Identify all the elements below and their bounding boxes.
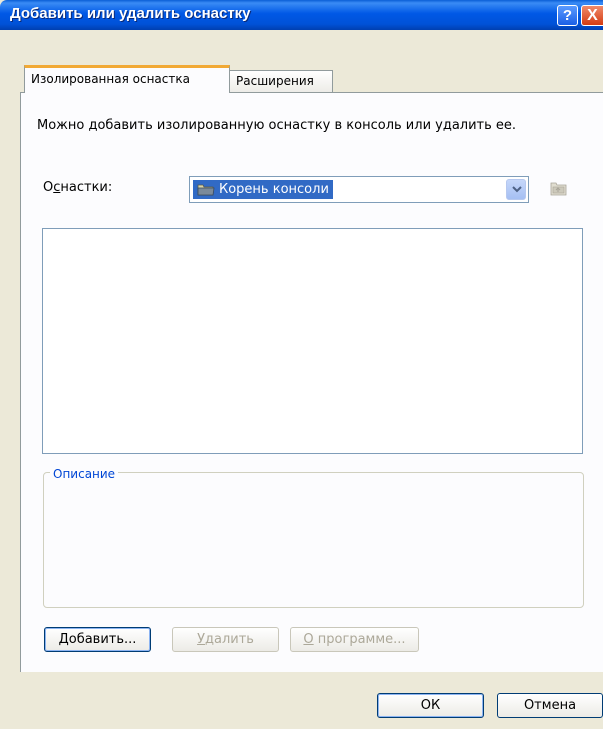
about-button[interactable]: О программе... — [290, 627, 419, 652]
remove-hotkey: У — [197, 632, 205, 647]
instruction-text: Можно добавить изолированную оснастку в … — [37, 118, 517, 133]
combo-value: Корень консоли — [219, 182, 329, 197]
about-hotkey: О — [303, 632, 314, 647]
description-group-label: Описание — [50, 467, 119, 481]
add-label: обавить... — [68, 632, 137, 647]
combo-selected-item: Корень консоли — [193, 180, 333, 199]
window-title: Добавить или удалить оснастку — [10, 5, 251, 22]
snapins-combobox[interactable]: Корень консоли — [189, 176, 529, 203]
about-label: программе... — [313, 632, 406, 647]
help-button[interactable]: ? — [557, 5, 578, 26]
remove-button[interactable]: Удалить — [172, 627, 279, 652]
tab-extensions[interactable]: Расширения — [229, 70, 333, 93]
snapins-label-suffix: настки: — [60, 180, 113, 195]
tab-standalone[interactable]: Изолированная оснастка — [24, 65, 230, 93]
add-hotkey: Д — [58, 632, 69, 647]
chevron-down-icon — [512, 186, 522, 193]
snapins-label: Оснастки: — [43, 180, 112, 195]
title-bar[interactable]: Добавить или удалить оснастку ? X — [0, 0, 603, 30]
folder-icon — [197, 183, 215, 202]
dropdown-button[interactable] — [506, 179, 526, 200]
add-button[interactable]: Добавить... — [44, 627, 151, 652]
snapins-list[interactable] — [42, 228, 583, 454]
cancel-button[interactable]: Отмена — [497, 693, 603, 718]
close-button[interactable]: X — [581, 5, 603, 26]
ok-button[interactable]: ОК — [377, 693, 484, 718]
description-group — [43, 472, 584, 608]
dialog-window: Добавить или удалить оснастку ? X Изолир… — [0, 0, 603, 729]
snapins-label-prefix: О — [43, 180, 54, 195]
up-folder-icon[interactable] — [550, 180, 568, 200]
remove-label: далить — [204, 632, 254, 647]
